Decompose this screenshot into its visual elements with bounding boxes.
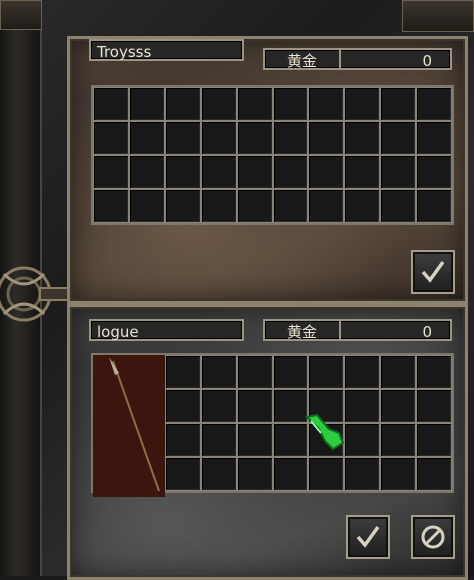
celtic-knot-ornament bbox=[0, 266, 70, 322]
grid-cell[interactable] bbox=[164, 189, 201, 223]
grid-cell[interactable] bbox=[380, 457, 417, 491]
grid-cell[interactable] bbox=[200, 189, 237, 223]
grid-cell[interactable] bbox=[236, 189, 273, 223]
spear-icon bbox=[109, 357, 160, 492]
grid-cell[interactable] bbox=[164, 423, 201, 457]
grid-cell[interactable] bbox=[344, 423, 381, 457]
grid-cell[interactable] bbox=[308, 87, 345, 121]
grid-cell[interactable] bbox=[236, 457, 273, 491]
grid-cell[interactable] bbox=[236, 155, 273, 189]
grid-cell[interactable] bbox=[308, 457, 345, 491]
grid-cell[interactable] bbox=[164, 87, 201, 121]
grid-cell[interactable] bbox=[344, 121, 381, 155]
grid-cell[interactable] bbox=[272, 121, 309, 155]
other-accept-button[interactable] bbox=[411, 250, 455, 294]
grid-cell[interactable] bbox=[416, 423, 452, 457]
grid-cell[interactable] bbox=[128, 87, 165, 121]
grid-cell[interactable] bbox=[416, 355, 452, 389]
grid-cell[interactable] bbox=[272, 355, 309, 389]
top-left-ornament bbox=[0, 0, 42, 30]
gold-label: 黄金 bbox=[265, 321, 341, 341]
grid-cell[interactable] bbox=[344, 155, 381, 189]
spear-item[interactable] bbox=[93, 355, 165, 497]
grid-cell[interactable] bbox=[380, 355, 417, 389]
other-player-trade-grid bbox=[91, 85, 454, 225]
grid-cell[interactable] bbox=[344, 457, 381, 491]
grid-cell[interactable] bbox=[380, 155, 417, 189]
grid-cell[interactable] bbox=[416, 87, 452, 121]
grid-cell[interactable] bbox=[380, 121, 417, 155]
grid-cell[interactable] bbox=[200, 155, 237, 189]
grid-cell[interactable] bbox=[416, 189, 452, 223]
grid-cell[interactable] bbox=[380, 87, 417, 121]
grid-cell[interactable] bbox=[380, 389, 417, 423]
grid-cell[interactable] bbox=[272, 87, 309, 121]
grid-cell[interactable] bbox=[200, 87, 237, 121]
grid-cell[interactable] bbox=[200, 389, 237, 423]
grid-cell[interactable] bbox=[344, 389, 381, 423]
grid-cell[interactable] bbox=[236, 389, 273, 423]
glove-cursor-icon bbox=[304, 413, 345, 451]
gold-label: 黄金 bbox=[265, 50, 341, 70]
checkmark-icon bbox=[421, 260, 445, 283]
grid-cell[interactable] bbox=[93, 155, 129, 189]
grid-cell[interactable] bbox=[200, 355, 237, 389]
grid-cell[interactable] bbox=[344, 87, 381, 121]
grid-cell[interactable] bbox=[200, 423, 237, 457]
grid-cell[interactable] bbox=[344, 189, 381, 223]
grid-cell[interactable] bbox=[272, 189, 309, 223]
grid-cell[interactable] bbox=[93, 189, 129, 223]
grid-cell[interactable] bbox=[236, 121, 273, 155]
self-panel: logue 黄金 0 bbox=[67, 304, 468, 580]
grid-cell[interactable] bbox=[164, 355, 201, 389]
grid-cell[interactable] bbox=[236, 355, 273, 389]
grid-cell[interactable] bbox=[200, 457, 237, 491]
grid-cell[interactable] bbox=[308, 189, 345, 223]
grid-cell[interactable] bbox=[416, 457, 452, 491]
gold-value: 0 bbox=[422, 323, 432, 341]
grid-cell[interactable] bbox=[308, 355, 345, 389]
self-gold[interactable]: 黄金 0 bbox=[263, 319, 452, 341]
grid-cell[interactable] bbox=[128, 121, 165, 155]
grid-cell[interactable] bbox=[93, 121, 129, 155]
grid-cell[interactable] bbox=[236, 423, 273, 457]
grid-cell[interactable] bbox=[200, 121, 237, 155]
grid-cell[interactable] bbox=[164, 121, 201, 155]
grid-cell[interactable] bbox=[236, 87, 273, 121]
grid-cell[interactable] bbox=[164, 389, 201, 423]
checkmark-icon bbox=[356, 525, 380, 548]
self-player-name: logue bbox=[89, 319, 244, 341]
self-accept-button[interactable] bbox=[346, 515, 390, 559]
top-right-ornament bbox=[402, 0, 474, 32]
grid-cell[interactable] bbox=[308, 121, 345, 155]
grid-cell[interactable] bbox=[416, 155, 452, 189]
cancel-trade-button[interactable] bbox=[411, 515, 455, 559]
grid-cell[interactable] bbox=[164, 155, 201, 189]
gold-value: 0 bbox=[422, 52, 432, 70]
other-player-panel: Troysss 黄金 0 bbox=[67, 36, 468, 304]
other-player-name: Troysss bbox=[89, 39, 244, 61]
grid-cell[interactable] bbox=[416, 121, 452, 155]
cancel-icon bbox=[421, 525, 445, 549]
other-player-gold: 黄金 0 bbox=[263, 48, 452, 70]
grid-cell[interactable] bbox=[272, 155, 309, 189]
grid-cell[interactable] bbox=[164, 457, 201, 491]
grid-cell[interactable] bbox=[344, 355, 381, 389]
grid-cell[interactable] bbox=[93, 87, 129, 121]
grid-cell[interactable] bbox=[128, 155, 165, 189]
grid-cell[interactable] bbox=[380, 423, 417, 457]
grid-cell[interactable] bbox=[416, 389, 452, 423]
grid-cell[interactable] bbox=[272, 457, 309, 491]
grid-cell[interactable] bbox=[308, 155, 345, 189]
grid-cell[interactable] bbox=[380, 189, 417, 223]
grid-cell[interactable] bbox=[128, 189, 165, 223]
